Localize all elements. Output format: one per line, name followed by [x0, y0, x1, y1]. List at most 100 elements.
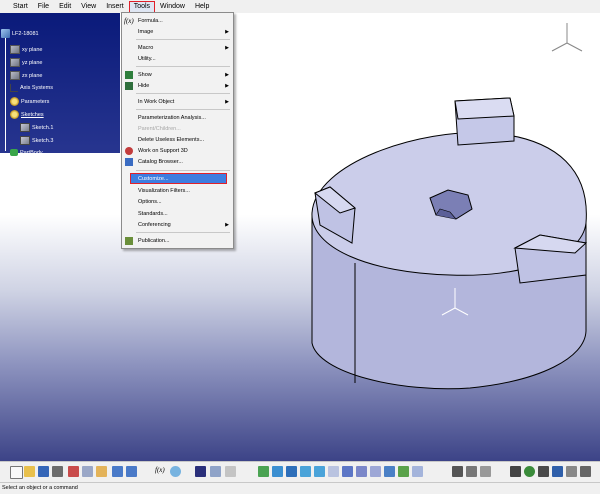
menu-item-macro[interactable]: Macro ▶ — [122, 42, 233, 53]
rotate-icon[interactable] — [286, 466, 297, 477]
tree-node-label: Axis Systems — [20, 85, 54, 91]
display-icon[interactable] — [225, 466, 236, 477]
submenu-arrow-icon: ▶ — [225, 28, 229, 35]
menu-edit[interactable]: Edit — [54, 1, 76, 13]
tools-icon[interactable] — [480, 466, 491, 477]
zoom-out-icon[interactable] — [314, 466, 325, 477]
menu-item-label: Parent/Children... — [138, 125, 181, 132]
shading-icon[interactable] — [356, 466, 367, 477]
table-icon[interactable] — [452, 466, 463, 477]
tree-node-zx-plane[interactable]: zx plane — [10, 71, 43, 80]
zoom-in-icon[interactable] — [300, 466, 311, 477]
menu-help[interactable]: Help — [190, 1, 214, 13]
swap-space-icon[interactable] — [384, 466, 395, 477]
menu-item-conferencing[interactable]: Conferencing ▶ — [122, 219, 233, 230]
menu-item-hide[interactable]: Hide ▶ — [122, 80, 233, 91]
menu-separator — [136, 66, 230, 67]
tree-node-xy-plane[interactable]: xy plane — [10, 45, 43, 54]
bottom-toolbar: f(x) — [0, 461, 600, 483]
plane-icon — [10, 71, 20, 80]
compass-widget[interactable] — [540, 18, 595, 63]
menu-start[interactable]: Start — [8, 1, 33, 13]
copy-icon[interactable] — [82, 466, 93, 477]
paste-icon[interactable] — [96, 466, 107, 477]
menu-item-formula[interactable]: f(x) Formula... — [122, 15, 233, 26]
tree-node-partbody[interactable]: PartBody — [10, 149, 43, 156]
submenu-arrow-icon: ▶ — [225, 221, 229, 228]
menu-item-parameterization-analysis[interactable]: Parameterization Analysis... — [122, 112, 233, 123]
submenu-arrow-icon: ▶ — [225, 98, 229, 105]
menu-help-label: Help — [194, 2, 210, 10]
print-icon[interactable] — [52, 466, 63, 477]
menu-item-show[interactable]: Show ▶ — [122, 69, 233, 80]
globe-icon[interactable] — [524, 466, 535, 477]
menu-item-image[interactable]: Image ▶ — [122, 26, 233, 37]
version-icon[interactable] — [552, 466, 563, 477]
menu-item-work-on-support-3d[interactable]: Work on Support 3D — [122, 145, 233, 156]
tree-node-sketch-1[interactable]: Sketch.1 — [20, 123, 53, 132]
select-icon[interactable] — [195, 466, 206, 477]
menu-view[interactable]: View — [76, 1, 101, 13]
tree-node-yz-plane[interactable]: yz plane — [10, 58, 43, 67]
menu-item-options[interactable]: Options... — [122, 196, 233, 207]
undo-icon[interactable] — [112, 466, 123, 477]
menu-edit-label: Edit — [59, 2, 72, 10]
save-icon[interactable] — [38, 466, 49, 477]
menu-tools[interactable]: Tools — [128, 0, 156, 13]
submenu-arrow-icon: ▶ — [225, 44, 229, 51]
tree-node-sketch-3[interactable]: Sketch.3 — [20, 136, 53, 145]
measure-icon[interactable] — [412, 466, 423, 477]
menu-item-label: Macro — [138, 44, 154, 51]
open-icon[interactable] — [24, 466, 35, 477]
publication-icon — [125, 236, 133, 245]
tree-node-axis-systems[interactable]: Axis Systems — [10, 84, 53, 92]
normal-view-icon[interactable] — [328, 466, 339, 477]
formula-icon[interactable]: f(x) — [155, 466, 166, 477]
tree-root-label: LF2-18081 — [12, 30, 39, 37]
more-icon[interactable] — [566, 466, 577, 477]
support-icon — [125, 146, 133, 155]
menu-item-label: Hide — [138, 82, 150, 89]
tab-top-face — [454, 97, 515, 120]
menu-item-catalog-browser[interactable]: Catalog Browser... — [122, 156, 233, 167]
submenu-arrow-icon: ▶ — [225, 82, 229, 89]
help-icon[interactable] — [170, 466, 181, 477]
fit-all-icon[interactable] — [258, 466, 269, 477]
tree-node-sketches[interactable]: Sketches — [10, 110, 44, 119]
pan-icon[interactable] — [272, 466, 283, 477]
material-icon[interactable] — [398, 466, 409, 477]
extra-icon[interactable] — [580, 466, 591, 477]
menu-bar: Start File Edit View Insert Tools Window… — [0, 0, 600, 14]
filter-icon[interactable] — [210, 466, 221, 477]
menu-file[interactable]: File — [33, 1, 54, 13]
redo-icon[interactable] — [126, 466, 137, 477]
menu-item-utility[interactable]: Utility... — [122, 53, 233, 64]
plane-icon — [10, 45, 20, 54]
menu-insert[interactable]: Insert — [101, 1, 129, 13]
cut-icon[interactable] — [68, 466, 79, 477]
iso-view-icon[interactable] — [342, 466, 353, 477]
menu-item-visualization-filters[interactable]: Visualization Filters... — [122, 185, 233, 196]
menu-item-customize[interactable]: Customize... — [130, 173, 227, 184]
workbench-icon[interactable] — [466, 466, 477, 477]
menu-window[interactable]: Window — [155, 1, 190, 13]
tree-root[interactable]: LF2-18081 — [1, 29, 39, 38]
settings-icon[interactable] — [538, 466, 549, 477]
new-icon[interactable] — [10, 466, 23, 479]
menu-item-in-work-object[interactable]: In Work Object ▶ — [122, 96, 233, 107]
hide-show-icon[interactable] — [370, 466, 381, 477]
tree-node-parameters[interactable]: Parameters — [10, 97, 49, 106]
menu-separator — [136, 170, 230, 171]
menu-item-standards[interactable]: Standards... — [122, 208, 233, 219]
part-icon — [10, 149, 18, 156]
submenu-arrow-icon: ▶ — [225, 71, 229, 78]
menu-item-delete-useless-elements[interactable]: Delete Useless Elements... — [122, 134, 233, 145]
menu-item-publication[interactable]: Publication... — [122, 235, 233, 246]
sketch-icon — [20, 123, 30, 132]
camera-icon[interactable] — [510, 466, 521, 477]
menu-insert-label: Insert — [106, 2, 124, 10]
tree-node-label: Parameters — [21, 98, 50, 105]
menu-item-label: Delete Useless Elements... — [138, 136, 205, 143]
menu-item-label: Utility... — [138, 55, 156, 62]
menu-window-label: Window — [160, 2, 185, 10]
